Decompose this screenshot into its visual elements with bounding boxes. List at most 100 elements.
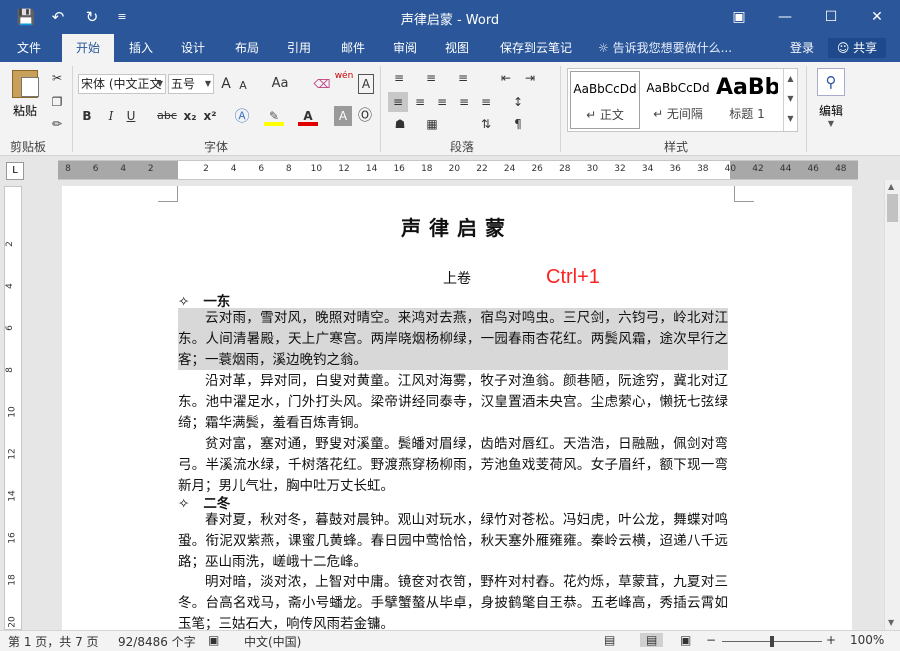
increase-indent-icon[interactable]: ⇥ — [520, 68, 540, 88]
shading-icon[interactable]: ☗ — [388, 114, 412, 134]
ruler-tick-label: 34 — [641, 164, 654, 174]
paragraph: 春对夏，秋对冬，暮鼓对晨钟。观山对玩水，绿竹对苍松。冯妇虎，叶公龙，舞蝶对鸣蛩。… — [178, 512, 728, 570]
scroll-up-icon[interactable]: ▲ — [888, 182, 894, 191]
read-mode-icon[interactable]: ▤ — [604, 633, 615, 647]
tab-design[interactable]: 设计 — [172, 34, 214, 62]
font-size-select[interactable]: 五号 ▼ — [168, 74, 214, 94]
web-layout-icon[interactable]: ▣ — [680, 633, 691, 647]
ruler-tick-label: 10 — [7, 406, 18, 418]
cut-icon[interactable]: ✂ — [48, 68, 66, 88]
styles-group-label: 样式 — [664, 140, 689, 154]
format-painter-icon[interactable]: ✏ — [48, 114, 66, 134]
tab-review[interactable]: 审阅 — [384, 34, 426, 62]
align-center-icon[interactable]: ≡ — [410, 92, 430, 112]
sort-icon[interactable]: ⇅ — [476, 114, 496, 134]
style-normal[interactable]: AaBbCcDd ↵ 正文 — [570, 71, 640, 129]
shrink-font-button[interactable]: A — [236, 76, 250, 96]
divider — [72, 66, 73, 152]
style-no-spacing[interactable]: AaBbCcDd ↵ 无间隔 — [642, 71, 714, 129]
proofing-icon[interactable]: ▣ — [208, 633, 219, 647]
decrease-indent-icon[interactable]: ⇤ — [496, 68, 516, 88]
share-button[interactable]: ☺ 共享 — [828, 38, 886, 58]
zoom-level[interactable]: 100% — [850, 633, 884, 647]
tab-selector[interactable]: L — [6, 162, 24, 180]
print-layout-icon[interactable]: ▤ — [640, 633, 664, 647]
align-right-icon[interactable]: ≡ — [432, 92, 452, 112]
ruler-tick-label: 14 — [365, 164, 378, 174]
tab-references[interactable]: 引用 — [278, 34, 320, 62]
numbering-icon[interactable]: ≡ — [420, 68, 442, 88]
tab-home[interactable]: 开始 — [62, 34, 114, 62]
align-left-icon[interactable]: ≡ — [388, 92, 408, 112]
tab-file[interactable]: 文件 — [6, 34, 52, 62]
page-count[interactable]: 第 1 页，共 7 页 — [8, 633, 99, 650]
divider — [380, 66, 381, 152]
underline-button[interactable]: U — [124, 106, 138, 126]
enclosed-char-icon[interactable]: Ⓞ — [356, 106, 374, 126]
ruler-tick-label: 22 — [476, 164, 488, 174]
vertical-scrollbar[interactable]: ▲ ▼ — [884, 180, 900, 630]
line-spacing-icon[interactable]: ↕ — [506, 92, 530, 112]
lightbulb-icon: ☼ — [598, 41, 609, 55]
ruler-tick-label: 4 — [230, 164, 237, 174]
tab-layout[interactable]: 布局 — [226, 34, 268, 62]
styles-scroll[interactable]: ▲ ▼ ▼ — [783, 69, 797, 131]
distributed-icon[interactable]: ≡ — [476, 92, 496, 112]
tab-mailings[interactable]: 邮件 — [332, 34, 374, 62]
font-name-select[interactable]: 宋体 (中文正文 ▼ — [78, 74, 166, 94]
bullets-icon[interactable]: ≡ — [388, 68, 410, 88]
language[interactable]: 中文(中国) — [244, 633, 301, 650]
divider — [806, 66, 807, 152]
zoom-out-button[interactable]: − — [706, 633, 716, 647]
char-border-button[interactable]: A — [358, 74, 374, 94]
scroll-down-icon[interactable]: ▼ — [888, 618, 894, 627]
text-effects-icon[interactable]: Ⓐ — [232, 106, 252, 126]
grow-font-button[interactable]: A — [218, 74, 234, 94]
ruler-tick-label: 44 — [779, 164, 792, 174]
scroll-thumb[interactable] — [887, 194, 898, 222]
strikethrough-button[interactable]: abc — [156, 106, 178, 126]
font-color-icon[interactable]: A — [298, 106, 318, 126]
section-heading: ✧ 一东 — [178, 294, 231, 310]
ruler-tick-label: 16 — [7, 532, 18, 544]
copy-icon[interactable]: ❐ — [48, 92, 66, 112]
login-link[interactable]: 登录 — [790, 34, 814, 62]
zoom-slider[interactable] — [722, 636, 822, 647]
zoom-slider-thumb[interactable] — [770, 636, 774, 647]
subscript-button[interactable]: x₂ — [182, 106, 198, 126]
tab-view[interactable]: 视图 — [436, 34, 478, 62]
paste-button[interactable]: 粘贴 — [8, 68, 42, 128]
ruler-tick-label: 18 — [7, 574, 18, 586]
borders-icon[interactable]: ▦ — [420, 114, 444, 134]
maximize-button[interactable]: ☐ — [816, 6, 846, 28]
tell-me-search[interactable]: ☼ 告诉我您想要做什么... — [598, 34, 732, 62]
zoom-in-button[interactable]: + — [826, 633, 836, 647]
editing-button[interactable]: ⚲ 编辑 ▼ — [814, 68, 848, 128]
close-button[interactable]: ✕ — [862, 6, 892, 28]
style-heading-1[interactable]: AaBb 标题 1 — [716, 71, 778, 129]
word-count[interactable]: 92/8486 个字 — [118, 633, 196, 650]
minimize-button[interactable]: — — [770, 6, 800, 28]
ruler-tick-label: 6 — [92, 164, 99, 174]
tab-save-cloud[interactable]: 保存到云笔记 — [490, 34, 582, 62]
tab-insert[interactable]: 插入 — [120, 34, 162, 62]
justify-icon[interactable]: ≡ — [454, 92, 474, 112]
horizontal-ruler[interactable]: 8 6 4 2 2 4 6 8 10 12 14 16 18 20 22 24 26 28 30 32 34 36 38 40… — [58, 160, 858, 180]
doc-title: 声律启蒙 — [401, 216, 513, 240]
document-page[interactable]: 声律启蒙 上卷 Ctrl+1 ✧ 一东 云对雨，雪对风，晚照对晴空。来鸿对去燕，宿… — [62, 186, 852, 630]
char-shading-icon[interactable]: A — [334, 106, 352, 126]
vertical-ruler[interactable]: 2 4 6 8 10 12 14 16 18 20 — [4, 186, 22, 630]
phonetic-guide-button[interactable]: wén — [334, 70, 354, 90]
clipboard-icon — [12, 70, 39, 98]
highlight-icon[interactable]: ✎ — [264, 106, 284, 126]
clear-format-icon[interactable]: ⌫ — [312, 74, 332, 94]
change-case-button[interactable]: Aa — [266, 74, 294, 94]
bold-button[interactable]: B — [80, 106, 94, 126]
ruler-tick-label: 2 — [4, 241, 15, 247]
show-marks-icon[interactable]: ¶ — [508, 114, 528, 134]
ribbon-display-icon[interactable]: ▣ — [724, 6, 754, 28]
multilevel-list-icon[interactable]: ≡ — [452, 68, 474, 88]
italic-button[interactable]: I — [104, 106, 118, 126]
ruler-tick-label: 16 — [393, 164, 405, 174]
superscript-button[interactable]: x² — [202, 106, 218, 126]
